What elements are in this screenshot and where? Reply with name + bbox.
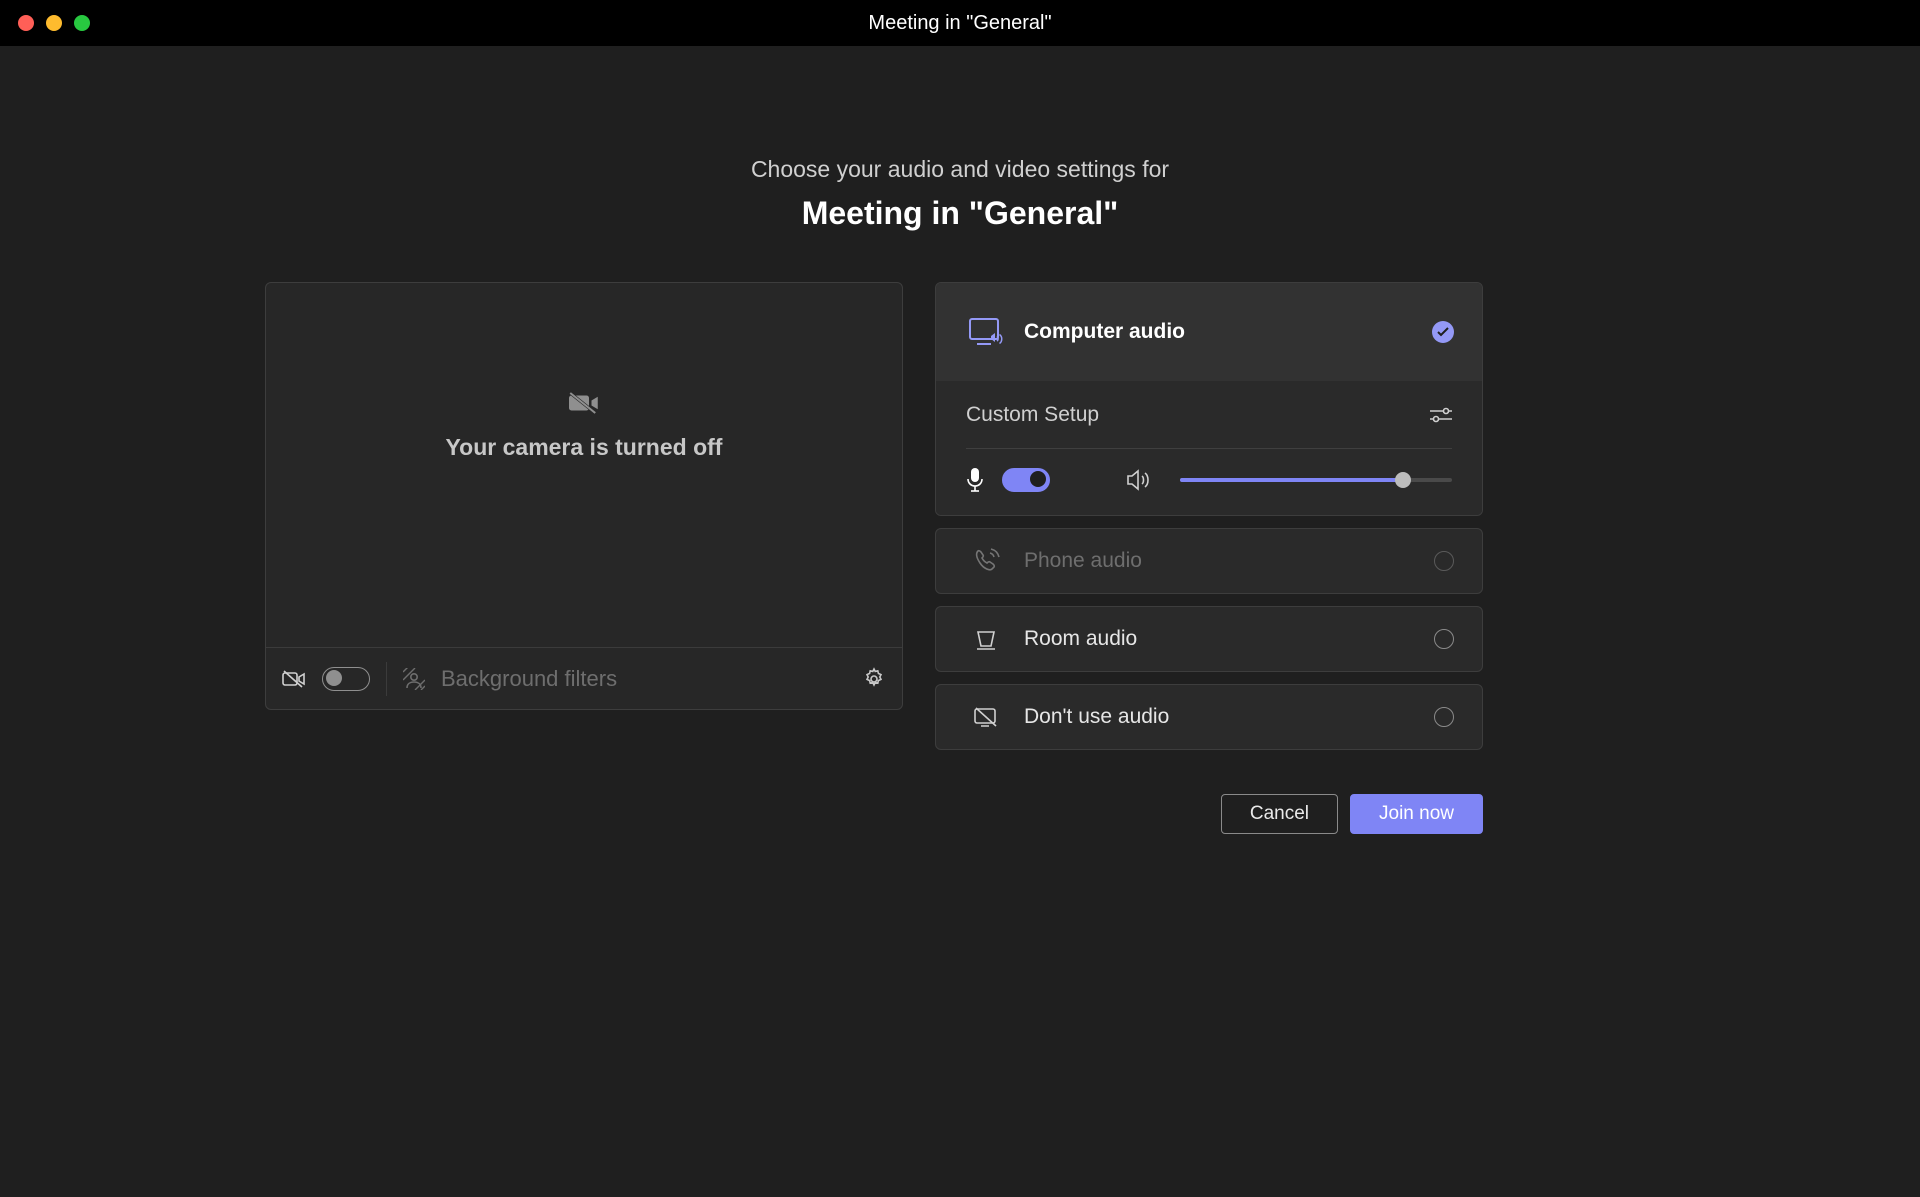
audio-options-panel: Computer audio Custom Setup — [935, 282, 1483, 834]
page-header: Choose your audio and video settings for… — [265, 156, 1655, 232]
computer-audio-card: Computer audio Custom Setup — [935, 282, 1483, 516]
room-audio-option[interactable]: Room audio — [936, 607, 1482, 671]
checkmark-icon — [1432, 321, 1454, 343]
microphone-icon — [966, 467, 984, 493]
footer-actions: Cancel Join now — [935, 794, 1483, 834]
no-audio-label: Don't use audio — [1024, 705, 1434, 729]
computer-audio-option[interactable]: Computer audio — [936, 283, 1482, 381]
computer-audio-icon — [964, 315, 1008, 349]
background-filters-button[interactable]: Background filters — [441, 666, 617, 692]
window-title: Meeting in "General" — [868, 12, 1051, 35]
room-icon — [964, 626, 1008, 652]
close-window-icon[interactable] — [18, 15, 34, 31]
computer-audio-label: Computer audio — [1024, 320, 1432, 344]
phone-icon — [964, 547, 1008, 575]
camera-icon — [282, 669, 306, 689]
phone-audio-label: Phone audio — [1024, 549, 1434, 573]
join-now-button[interactable]: Join now — [1350, 794, 1483, 834]
radio-icon[interactable] — [1434, 707, 1454, 727]
radio-icon[interactable] — [1434, 629, 1454, 649]
maximize-window-icon[interactable] — [74, 15, 90, 31]
custom-setup-label: Custom Setup — [966, 403, 1430, 427]
window-controls[interactable] — [0, 15, 90, 31]
cancel-button[interactable]: Cancel — [1221, 794, 1338, 834]
separator — [386, 662, 387, 696]
mic-toggle[interactable] — [1002, 468, 1050, 492]
no-audio-icon — [964, 706, 1008, 728]
background-effects-icon — [403, 668, 425, 690]
room-audio-card: Room audio — [935, 606, 1483, 672]
camera-toggle[interactable] — [322, 667, 370, 691]
page-title: Meeting in "General" — [265, 195, 1655, 232]
no-audio-card: Don't use audio — [935, 684, 1483, 750]
radio-icon — [1434, 551, 1454, 571]
video-preview-area: Your camera is turned off — [266, 283, 902, 647]
page-subtitle: Choose your audio and video settings for — [265, 156, 1655, 183]
minimize-window-icon[interactable] — [46, 15, 62, 31]
phone-audio-option: Phone audio — [936, 529, 1482, 593]
gear-icon[interactable] — [862, 667, 886, 691]
camera-off-text: Your camera is turned off — [446, 434, 723, 461]
volume-slider[interactable] — [1180, 478, 1452, 482]
titlebar: Meeting in "General" — [0, 0, 1920, 46]
custom-setup-button[interactable]: Custom Setup — [966, 381, 1452, 449]
mic-volume-row — [966, 467, 1452, 493]
camera-off-icon — [569, 390, 599, 416]
phone-audio-card: Phone audio — [935, 528, 1483, 594]
video-preview-panel: Your camera is turned off — [265, 282, 903, 710]
speaker-icon — [1126, 468, 1152, 492]
video-controls-bar: Background filters — [266, 647, 902, 709]
computer-audio-settings: Custom Setup — [936, 381, 1482, 515]
no-audio-option[interactable]: Don't use audio — [936, 685, 1482, 749]
settings-sliders-icon — [1430, 406, 1452, 424]
room-audio-label: Room audio — [1024, 627, 1434, 651]
